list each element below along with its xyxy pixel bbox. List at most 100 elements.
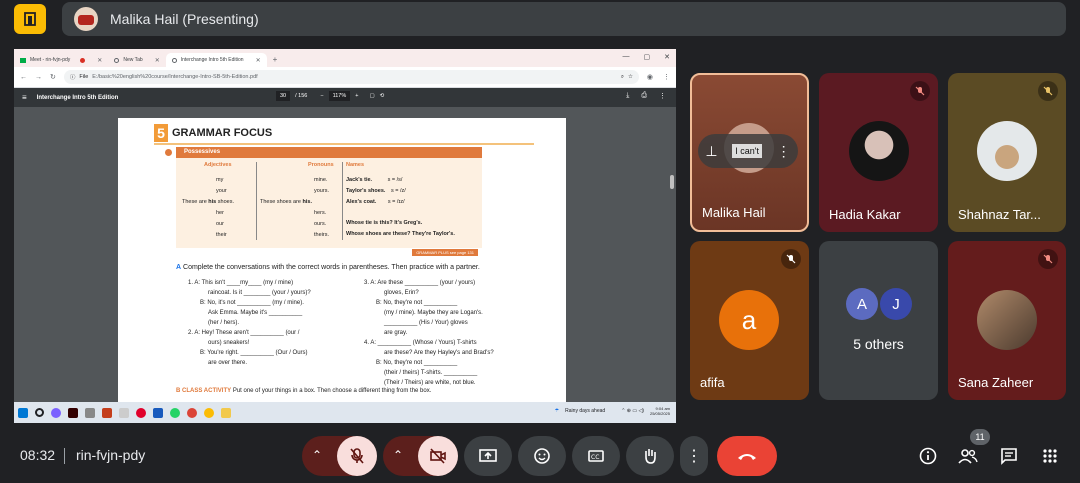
window-controls: — ▢ ✕ (623, 53, 671, 61)
close-window-icon[interactable]: ✕ (664, 53, 670, 61)
participant-tile-shahnaz[interactable]: Shahnaz Tar... (948, 73, 1066, 232)
participant-tile-hadia[interactable]: Hadia Kakar (819, 73, 938, 232)
zoom-out-icon[interactable]: − (320, 93, 323, 99)
participant-name: afifa (700, 375, 725, 390)
present-screen-button[interactable] (464, 436, 512, 476)
minimize-icon[interactable]: — (623, 53, 630, 61)
opera-icon[interactable] (136, 407, 146, 418)
search-icon[interactable] (35, 408, 44, 417)
browser-tab-pdf[interactable]: Interchange Intro 5th Edition ✕ (165, 53, 267, 67)
word-icon[interactable] (153, 407, 163, 418)
copilot-icon[interactable] (51, 407, 61, 418)
participant-name: Malika Hail (702, 205, 766, 220)
globe-icon (114, 57, 120, 63)
tile-hover-controls: ⊥ I can't ⋮ (698, 134, 798, 168)
zoom-level[interactable]: 117% (328, 91, 351, 101)
chrome-icon[interactable] (187, 407, 197, 418)
zoom-in-icon[interactable]: + (355, 93, 358, 99)
hand-icon (645, 449, 656, 464)
leave-call-button[interactable] (717, 436, 777, 476)
more-options-icon[interactable]: ⋮ (777, 143, 791, 160)
conversation-right: 3. A: Are these __________ (your / yours… (364, 280, 494, 386)
people-button[interactable] (952, 440, 984, 472)
browser-tab-newtab[interactable]: New Tab ✕ (108, 53, 165, 67)
illustrator-icon[interactable] (68, 407, 78, 418)
zoom-icon[interactable]: ⌕ (621, 74, 624, 81)
menu-dots-icon[interactable]: ⋮ (663, 73, 670, 81)
powerpoint-icon[interactable] (102, 407, 112, 418)
shared-screen: Meet - rin-fvjn-pdy ✕ New Tab ✕ Interchang… (14, 49, 676, 423)
close-icon[interactable]: ✕ (155, 57, 160, 64)
recording-dot-icon (80, 57, 86, 63)
grammar-table: Adjectives my your These are his shoes. … (176, 158, 482, 256)
mic-off-button[interactable] (337, 436, 377, 476)
pdf-viewport[interactable]: 5 GRAMMAR FOCUS Possessives Adjectives m… (14, 107, 676, 408)
reactions-button[interactable] (518, 436, 566, 476)
section-number: 5 (154, 124, 168, 142)
bullet-icon (164, 148, 173, 157)
more-options-button[interactable]: ⋮ (680, 436, 708, 476)
file-explorer-icon[interactable] (221, 407, 231, 418)
chrome-active-icon[interactable] (204, 407, 214, 418)
info-icon: ⓘ (69, 75, 76, 81)
chat-button[interactable] (993, 440, 1025, 472)
participant-tile-malika[interactable]: ⊥ I can't ⋮ Malika Hail (690, 73, 809, 232)
browser-tab-meet[interactable]: Meet - rin-fvjn-pdy ✕ (14, 53, 108, 67)
new-tab-button[interactable]: + (267, 53, 284, 67)
svg-text:CC: CC (591, 454, 599, 461)
pdf-toolbar: ≡ Interchange Intro 5th Edition 30 / 156… (14, 88, 676, 107)
globe-icon (171, 57, 177, 63)
fit-page-icon[interactable]: ▢ (369, 93, 374, 99)
star-icon[interactable]: ☆ (628, 74, 633, 80)
others-count: 5 others (853, 336, 904, 352)
windows-start-icon[interactable] (18, 407, 28, 418)
participant-photo (977, 290, 1037, 350)
names-column: Names Jack's tie. s = /s/ Taylor's shoes… (346, 162, 455, 237)
mic-control: ⌃ (302, 436, 377, 476)
url-field[interactable]: ⓘ File E:/basic%20english%20course/Inter… (63, 70, 639, 84)
presentation-header: Malika Hail (Presenting) (62, 2, 1066, 36)
participant-tile-sana[interactable]: Sana Zaheer (948, 241, 1066, 400)
page-number-input[interactable]: 30 (276, 91, 291, 101)
tray-icons[interactable]: ⌃ ⊕ ▭ ◁) (621, 408, 644, 414)
participant-tile-afifa[interactable]: a afifa (690, 241, 809, 400)
pronouns-column: Pronouns mine. yours. These shoes are hi… (260, 162, 334, 238)
presenter-title: Malika Hail (Presenting) (110, 11, 259, 27)
video-options-chevron-icon[interactable]: ⌃ (393, 448, 403, 462)
pdf-title: Interchange Intro 5th Edition (36, 94, 119, 101)
activities-button[interactable] (1034, 440, 1066, 472)
print-icon[interactable]: ⎙ (641, 92, 647, 100)
participant-tile-others[interactable]: A J 5 others (819, 241, 938, 400)
participant-name: Shahnaz Tar... (958, 207, 1041, 222)
forward-icon[interactable]: → (35, 74, 42, 81)
raise-hand-button[interactable] (626, 436, 674, 476)
meeting-clock: 08:32 (20, 447, 56, 463)
rotate-icon[interactable]: ⟲ (380, 93, 385, 99)
maximize-icon[interactable]: ▢ (644, 53, 651, 61)
mail-icon[interactable] (85, 407, 95, 418)
meeting-controls: 08:32 rin-fvjn-pdy ⌃ ⌃ CC ⋮ 11 (0, 429, 1080, 483)
close-icon[interactable]: ✕ (97, 57, 102, 64)
mic-off-icon (910, 81, 930, 101)
download-icon[interactable]: ⤓ (626, 92, 629, 100)
camera-off-icon (430, 448, 446, 464)
notes-icon[interactable] (119, 407, 129, 418)
meeting-details-button[interactable] (912, 440, 944, 472)
captions-icon: CC (588, 450, 604, 462)
pin-icon[interactable]: ⊥ (705, 143, 717, 160)
captions-button[interactable]: CC (572, 436, 620, 476)
activities-panel-button[interactable] (14, 4, 46, 34)
hamburger-icon[interactable]: ≡ (22, 93, 27, 102)
back-icon[interactable]: ← (20, 74, 27, 81)
whatsapp-icon[interactable] (170, 407, 180, 418)
meet-icon (20, 57, 26, 63)
more-icon[interactable]: ⋮ (659, 92, 666, 100)
reload-icon[interactable]: ↻ (50, 73, 56, 81)
sign-text: I can't (732, 144, 762, 158)
audio-options-chevron-icon[interactable]: ⌃ (312, 448, 322, 462)
conversation-left: 1. A: This isn't ____my____ (my / mine) … (188, 280, 311, 366)
scrollbar[interactable] (670, 175, 674, 189)
camera-off-button[interactable] (418, 436, 458, 476)
close-icon[interactable]: ✕ (256, 57, 261, 64)
profile-icon[interactable]: ◉ (647, 73, 653, 81)
